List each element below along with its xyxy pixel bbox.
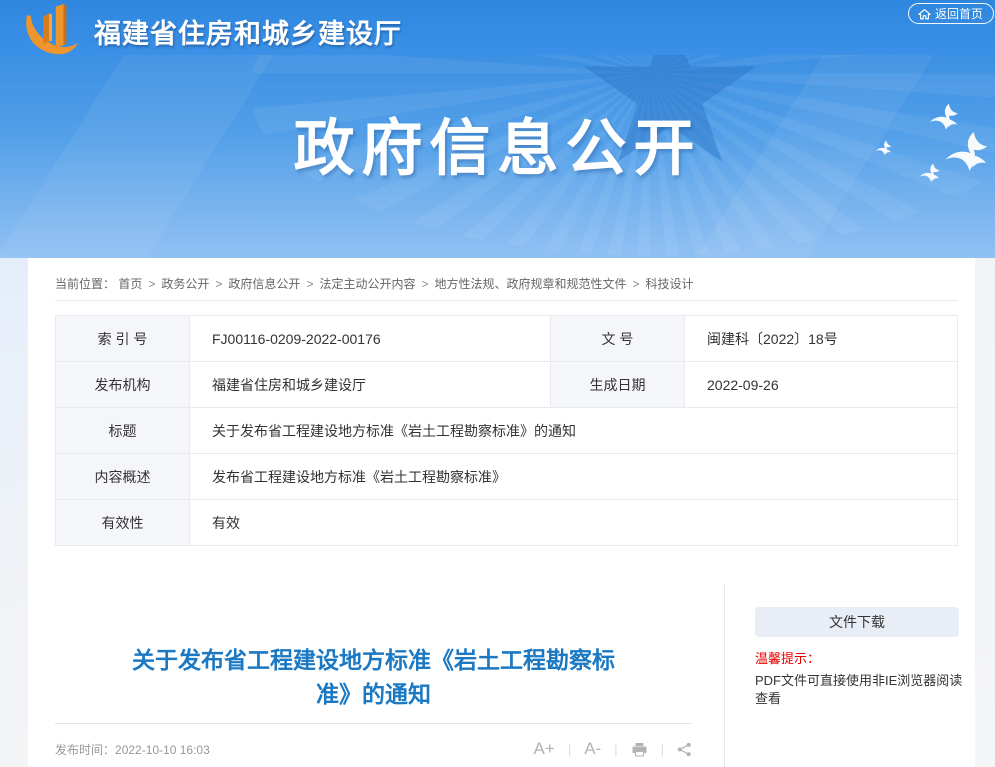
breadcrumb-separator: >	[306, 277, 313, 291]
breadcrumb: 当前位置： 首页 > 政务公开 > 政府信息公开 > 法定主动公开内容 > 地方性法规、政府规章…	[55, 275, 948, 292]
breadcrumb-link[interactable]: 政务公开	[161, 277, 209, 291]
article-tools: A+ | A- | |	[534, 739, 692, 759]
table-row: 内容概述发布省工程建设地方标准《岩土工程勘察标准》	[56, 454, 958, 500]
print-icon[interactable]	[631, 742, 648, 757]
banner-title: 政府信息公开	[0, 98, 995, 187]
font-increase-button[interactable]: A+	[534, 739, 555, 759]
home-button[interactable]: 返回首页	[908, 3, 994, 24]
info-label-cell: 索 引 号	[56, 316, 190, 362]
table-row: 索 引 号FJ00116-0209-2022-00176文 号闽建科〔2022〕…	[56, 316, 958, 362]
share-icon[interactable]	[677, 742, 692, 757]
publish-time-value: 2022-10-10 16:03	[115, 743, 210, 757]
breadcrumb-link[interactable]: 政府信息公开	[228, 277, 300, 291]
publish-time: 发布时间：2022-10-10 16:03	[55, 741, 210, 758]
site-title: 福建省住房和城乡建设厅	[94, 12, 402, 51]
info-value-cell: 闽建科〔2022〕18号	[685, 316, 958, 362]
info-value-cell: 关于发布省工程建设地方标准《岩土工程勘察标准》的通知	[190, 408, 958, 454]
content-panel: 当前位置： 首页 > 政务公开 > 政府信息公开 > 法定主动公开内容 > 地方性法规、政府规章…	[28, 258, 975, 767]
home-icon	[918, 8, 931, 20]
info-value-cell: FJ00116-0209-2022-00176	[190, 316, 551, 362]
info-label-cell: 有效性	[56, 500, 190, 546]
breadcrumb-separator: >	[215, 277, 222, 291]
publish-time-label: 发布时间：	[55, 743, 115, 757]
tip-block: 温馨提示： PDF文件可直接使用非IE浏览器阅读查看	[755, 648, 970, 708]
breadcrumb-link[interactable]: 科技设计	[646, 277, 694, 291]
table-row: 发布机构福建省住房和城乡建设厅生成日期2022-09-26	[56, 362, 958, 408]
breadcrumb-link[interactable]: 法定主动公开内容	[319, 277, 415, 291]
info-label-cell: 内容概述	[56, 454, 190, 500]
article-title: 关于发布省工程建设地方标准《岩土工程勘察标准》的通知	[55, 643, 692, 711]
breadcrumb-link[interactable]: 地方性法规、政府规章和规范性文件	[434, 277, 626, 291]
breadcrumb-separator: >	[421, 277, 428, 291]
info-value-cell: 福建省住房和城乡建设厅	[190, 362, 551, 408]
tip-text: PDF文件可直接使用非IE浏览器阅读查看	[755, 672, 970, 708]
info-label-cell: 文 号	[551, 316, 685, 362]
tools-separator: |	[614, 742, 617, 757]
breadcrumb-divider	[55, 300, 958, 301]
file-download-button[interactable]: 文件下载	[755, 607, 959, 637]
breadcrumb-prefix: 当前位置：	[55, 277, 115, 291]
info-label-cell: 标题	[56, 408, 190, 454]
document-info-table: 索 引 号FJ00116-0209-2022-00176文 号闽建科〔2022〕…	[55, 315, 958, 546]
tools-separator: |	[661, 742, 664, 757]
info-label-cell: 生成日期	[551, 362, 685, 408]
home-button-label: 返回首页	[935, 5, 983, 22]
info-table-body: 索 引 号FJ00116-0209-2022-00176文 号闽建科〔2022〕…	[56, 316, 958, 546]
info-value-cell: 2022-09-26	[685, 362, 958, 408]
banner: 政府信息公开	[0, 55, 995, 258]
article-meta-divider	[55, 723, 692, 724]
sidebar-divider	[724, 585, 725, 767]
tip-title: 温馨提示：	[755, 648, 970, 667]
info-label-cell: 发布机构	[56, 362, 190, 408]
breadcrumb-separator: >	[633, 277, 640, 291]
info-value-cell: 有效	[190, 500, 958, 546]
table-row: 有效性有效	[56, 500, 958, 546]
info-value-cell: 发布省工程建设地方标准《岩土工程勘察标准》	[190, 454, 958, 500]
breadcrumb-link[interactable]: 首页	[118, 277, 142, 291]
font-decrease-button[interactable]: A-	[584, 739, 601, 759]
article-meta-row: 发布时间：2022-10-10 16:03 A+ | A- | |	[55, 735, 692, 763]
table-row: 标题关于发布省工程建设地方标准《岩土工程勘察标准》的通知	[56, 408, 958, 454]
tools-separator: |	[568, 742, 571, 757]
breadcrumb-separator: >	[148, 277, 155, 291]
site-logo-icon	[22, 1, 80, 57]
top-header-bar: 福建省住房和城乡建设厅 返回首页	[0, 0, 995, 55]
